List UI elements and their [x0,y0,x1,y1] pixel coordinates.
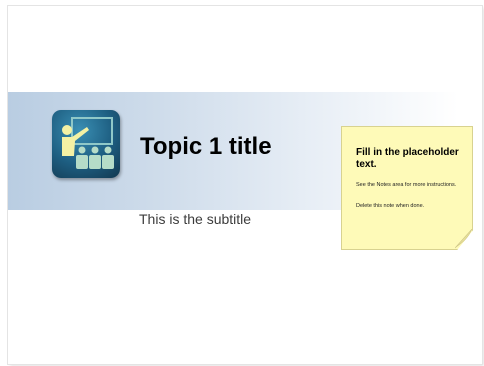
presenter-at-board-icon [52,110,120,178]
slide-title[interactable]: Topic 1 title [140,133,272,161]
note-delete-hint: Delete this note when done. [356,203,425,209]
slide-subtitle[interactable]: This is the subtitle [139,211,251,227]
note-page-curl [455,229,473,249]
note-heading: Fill in the placeholder text. [356,147,459,170]
sticky-note[interactable]: Fill in the placeholder text. See the No… [341,126,473,250]
note-instructions: See the Notes area for more instructions… [356,182,457,188]
